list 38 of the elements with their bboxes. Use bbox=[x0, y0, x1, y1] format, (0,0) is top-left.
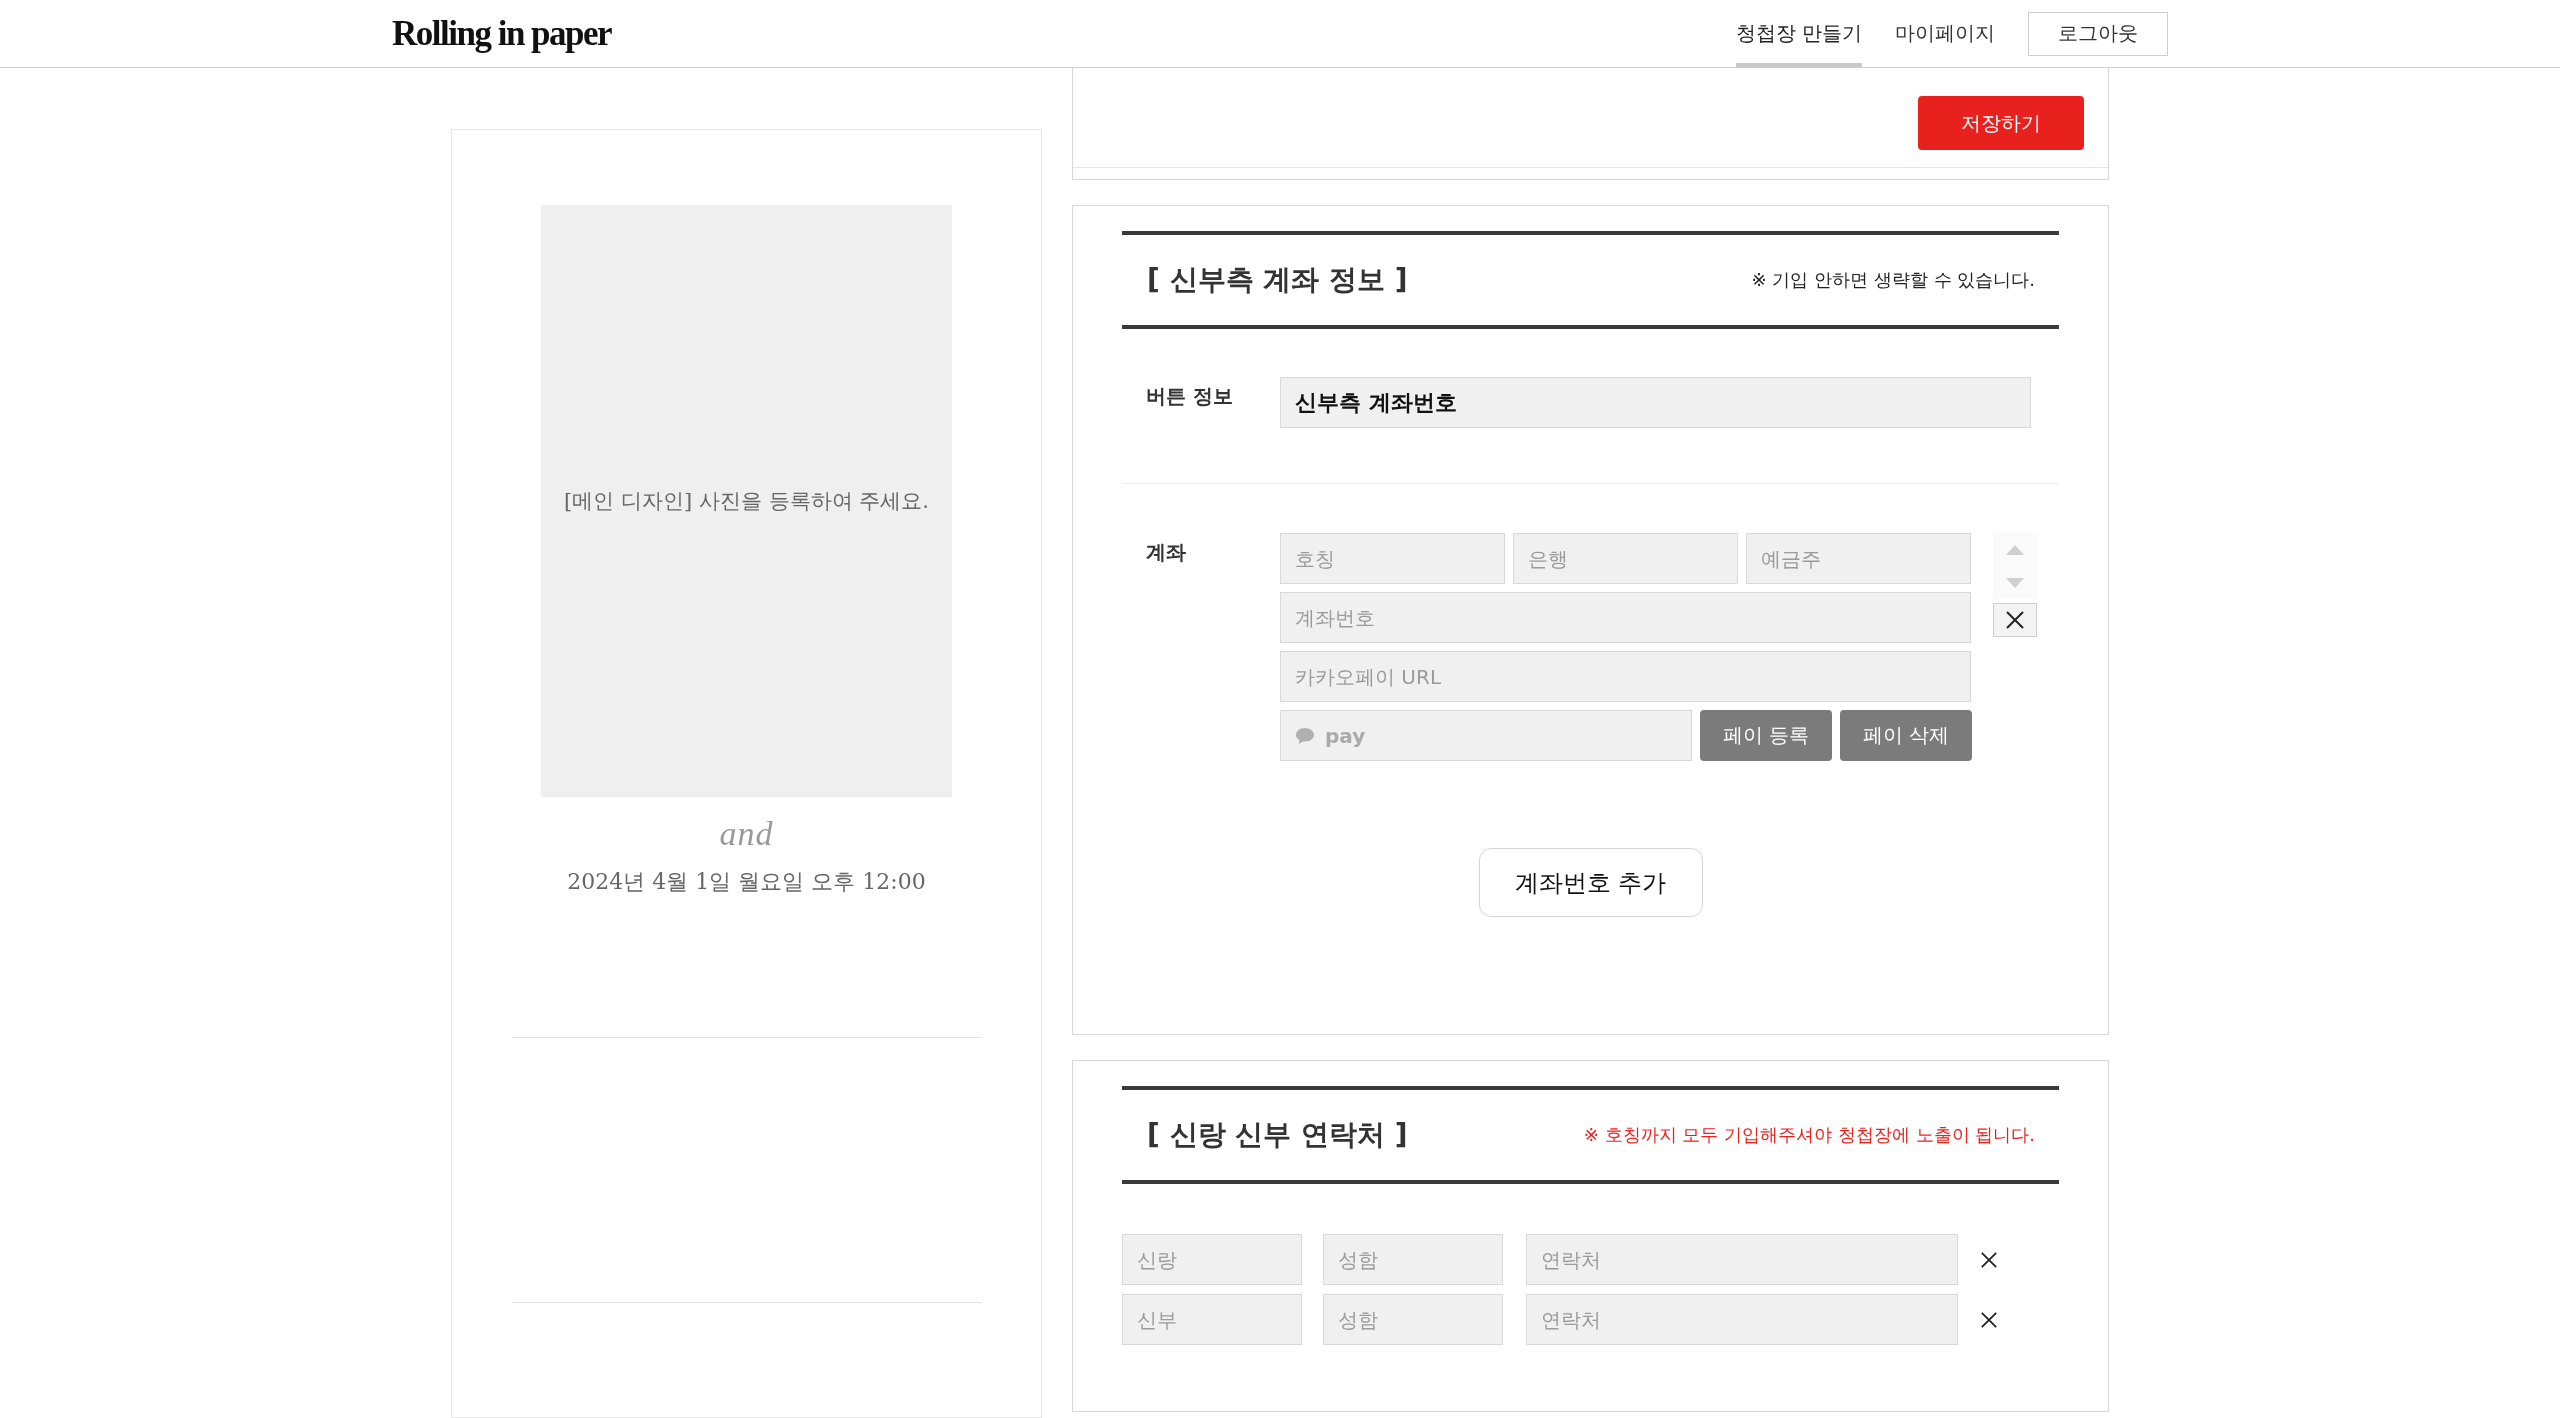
triangle-up-icon bbox=[2006, 544, 2024, 555]
triangle-down-icon bbox=[2006, 577, 2024, 588]
account-number-field[interactable]: 계좌번호 bbox=[1280, 592, 1971, 643]
speech-bubble-icon bbox=[1295, 727, 1315, 745]
role-field[interactable]: 신랑 bbox=[1122, 1234, 1302, 1285]
field-label: 계좌 bbox=[1146, 539, 1187, 566]
photo-hint: [메인 디자인] 사진을 등록하여 주세요. bbox=[564, 488, 929, 515]
bank-field[interactable]: 은행 bbox=[1513, 533, 1738, 584]
close-icon bbox=[2005, 610, 2025, 630]
section-title: [ 신랑 신부 연락처 ] bbox=[1147, 1117, 1408, 1153]
close-icon[interactable] bbox=[1980, 1310, 1998, 1329]
phone-field[interactable]: 연락처 bbox=[1526, 1294, 1958, 1345]
phone-field[interactable]: 연락처 bbox=[1526, 1234, 1958, 1285]
button-info-field[interactable]: 신부측 계좌번호 bbox=[1280, 377, 2031, 428]
nickname-field[interactable]: 호칭 bbox=[1280, 533, 1505, 584]
remove-button[interactable] bbox=[1993, 603, 2037, 637]
save-button[interactable]: 저장하기 bbox=[1918, 96, 2084, 150]
pay-register-button[interactable]: 페이 등록 bbox=[1700, 710, 1832, 761]
pay-delete-button[interactable]: 페이 삭제 bbox=[1840, 710, 1972, 761]
wedding-date: 2024년 4월 1일 월요일 오후 12:00 bbox=[567, 868, 926, 896]
and-text: and bbox=[719, 815, 774, 853]
add-account-button[interactable]: 계좌번호 추가 bbox=[1478, 848, 1703, 917]
site-logo[interactable]: Rolling in paper bbox=[392, 13, 612, 54]
section-title: [ 신부측 계좌 정보 ] bbox=[1147, 262, 1408, 298]
pay-field[interactable]: pay bbox=[1280, 710, 1692, 761]
nav-tab[interactable]: 마이페이지 bbox=[1895, 0, 1995, 67]
section-note: ※ 호칭까지 모두 기입해주셔야 청첩장에 노출이 됩니다. bbox=[1583, 1123, 2035, 1147]
holder-field[interactable]: 예금주 bbox=[1746, 533, 1971, 584]
section-note: ※ 기입 안하면 생략할 수 있습니다. bbox=[1751, 268, 2035, 292]
logout-button[interactable]: 로그아웃 bbox=[2028, 11, 2168, 56]
close-icon[interactable] bbox=[1980, 1250, 1998, 1269]
role-field[interactable]: 신부 bbox=[1122, 1294, 1302, 1345]
photo-placeholder[interactable]: [메인 디자인] 사진을 등록하여 주세요. bbox=[541, 205, 952, 797]
nav-tab[interactable]: 청첩장 만들기 bbox=[1735, 0, 1862, 67]
kakaopay-url-field[interactable]: 카카오페이 URL bbox=[1280, 651, 1971, 702]
name-field[interactable]: 성함 bbox=[1323, 1294, 1503, 1345]
field-label: 버튼 정보 bbox=[1146, 383, 1234, 410]
name-field[interactable]: 성함 bbox=[1323, 1234, 1503, 1285]
